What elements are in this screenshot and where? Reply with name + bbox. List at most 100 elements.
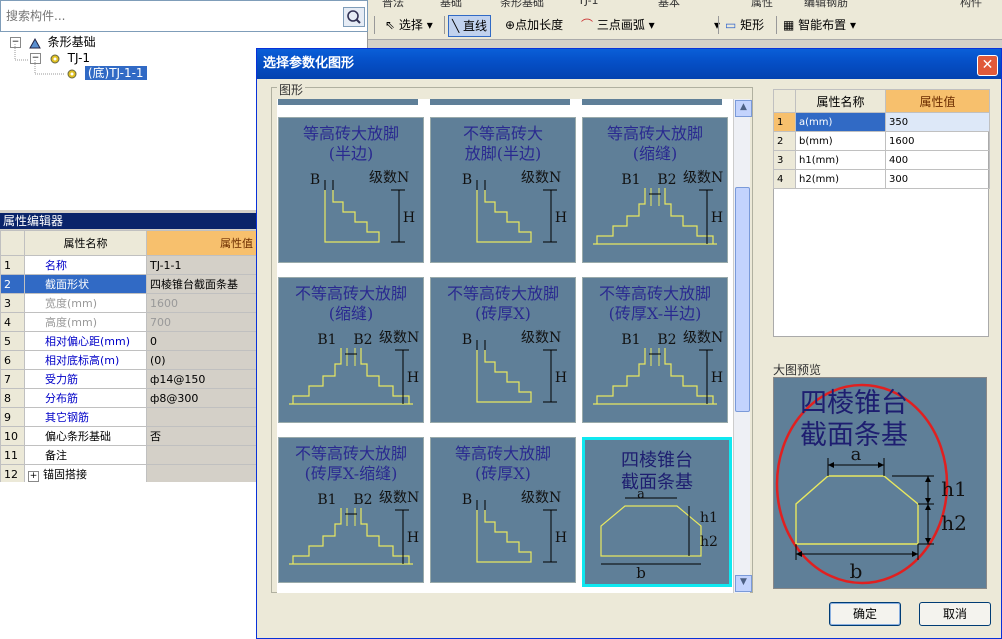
ok-button[interactable]: 确定: [829, 602, 901, 626]
attr-row[interactable]: 3 h1(mm) 400: [773, 150, 990, 170]
toolbar-top-item[interactable]: 基础: [440, 0, 480, 8]
shape-dropdown[interactable]: ▾: [664, 15, 722, 35]
property-row[interactable]: 10 偏心条形基础 否: [0, 426, 257, 446]
shape-tile[interactable]: 等高砖大放脚 (半边) B 级数N H: [278, 117, 424, 263]
shape-tile[interactable]: 不等高砖大放脚 (砖厚X-半边) B1 B2 级数N H: [582, 277, 728, 423]
select-tool[interactable]: ⇖ 选择 ▾: [382, 15, 436, 35]
shape-tile[interactable]: 四棱锥台 截面条基 a b h1 h2: [582, 437, 732, 587]
property-value[interactable]: 700: [146, 312, 257, 332]
property-value[interactable]: [146, 464, 257, 484]
search-icon: [347, 10, 361, 24]
toolbar-top-item[interactable]: 属性: [751, 0, 791, 8]
scroll-down-icon[interactable]: ▼: [735, 575, 752, 592]
property-value[interactable]: [146, 445, 257, 465]
shape-tile[interactable]: 等高砖大放脚 (砖厚X) B 级数N H: [430, 437, 576, 583]
attr-row-number: 1: [773, 112, 796, 132]
attr-value[interactable]: 1600: [885, 131, 990, 151]
tile-drawing: B1 B2 级数N H: [289, 330, 419, 405]
shape-tile[interactable]: 不等高砖大 放脚(半边) B 级数N H: [430, 117, 576, 263]
property-value[interactable]: TJ-1-1: [146, 255, 257, 275]
tile-drawing: B 级数N H: [462, 490, 567, 563]
shape-tile[interactable]: 等高砖大放脚 (缩缝) B1 B2 级数N H: [582, 117, 728, 263]
search-button[interactable]: [343, 7, 365, 27]
line-tool[interactable]: ╲ 直线: [448, 15, 492, 37]
attr-value[interactable]: 400: [885, 150, 990, 170]
property-name: 备注: [24, 445, 147, 465]
attr-row[interactable]: 1 a(mm) 350: [773, 112, 990, 132]
close-button[interactable]: ✕: [977, 55, 998, 76]
smart-layout-tool[interactable]: ▦ 智能布置 ▾: [780, 15, 859, 35]
property-row[interactable]: 7 受力筋 ф14@150: [0, 369, 257, 389]
point-length-tool[interactable]: ⊕点加长度: [502, 15, 566, 35]
row-number: 5: [0, 331, 25, 351]
arc-tool[interactable]: ⌒ 三点画弧 ▾: [578, 15, 658, 35]
rect-tool[interactable]: ▭ 矩形: [722, 15, 767, 35]
shape-tile[interactable]: 不等高砖大放脚 (砖厚X-缩缝) B1 B2 级数N H: [278, 437, 424, 583]
property-value[interactable]: [146, 407, 257, 427]
property-name-text: 锚固搭接: [43, 468, 87, 481]
property-value[interactable]: 1600: [146, 293, 257, 313]
tile-partial: [582, 99, 722, 105]
expand-icon[interactable]: +: [28, 471, 39, 482]
attr-row[interactable]: 4 h2(mm) 300: [773, 169, 990, 189]
svg-text:B: B: [462, 172, 472, 188]
property-row[interactable]: 5 相对偏心距(mm) 0: [0, 331, 257, 351]
attr-name: h2(mm): [795, 169, 886, 189]
shape-grid: 等高砖大放脚 (半边) B 级数N H 不等高砖大 放脚(半边) B 级数N H 等高砖大放脚 (缩缝…: [277, 99, 733, 593]
svg-text:b: b: [636, 564, 646, 582]
property-row[interactable]: 6 相对底标高(m) (0): [0, 350, 257, 370]
tile-drawing: B1 B2 级数N H: [289, 490, 419, 565]
tree-lines: [14, 44, 64, 75]
attr-value[interactable]: 300: [885, 169, 990, 189]
svg-text:B1: B1: [317, 332, 336, 348]
property-row[interactable]: 8 分布筋 ф8@300: [0, 388, 257, 408]
property-row[interactable]: 11 备注: [0, 445, 257, 465]
toolbar-top-item[interactable]: 编辑钢筋: [804, 0, 864, 8]
property-value[interactable]: (0): [146, 350, 257, 370]
attr-value[interactable]: 350: [885, 112, 990, 132]
attr-name: b(mm): [795, 131, 886, 151]
toolbar-top-item[interactable]: 条形基础: [500, 0, 560, 8]
property-row[interactable]: 12 + 锚固搭接: [0, 464, 257, 484]
cancel-button[interactable]: 取消: [919, 602, 991, 626]
property-row[interactable]: 1 名称 TJ-1-1: [0, 255, 257, 275]
property-row[interactable]: 3 宽度(mm) 1600: [0, 293, 257, 313]
property-row[interactable]: 4 高度(mm) 700: [0, 312, 257, 332]
svg-text:H: H: [711, 210, 723, 226]
toolbar-top-item[interactable]: 构件: [960, 0, 1000, 8]
svg-text:B: B: [310, 172, 320, 188]
dim-h2: h2: [941, 511, 967, 535]
search-bar: [0, 0, 368, 32]
svg-text:级数N: 级数N: [521, 490, 561, 506]
attr-row[interactable]: 2 b(mm) 1600: [773, 131, 990, 151]
scroll-up-icon[interactable]: ▲: [735, 100, 752, 117]
property-editor-title: 属性编辑器: [0, 213, 256, 229]
property-value[interactable]: ф14@150: [146, 369, 257, 389]
property-row[interactable]: 2 截面形状 四棱锥台截面条基: [0, 274, 257, 294]
vertical-scrollbar[interactable]: ▲ ▼: [733, 99, 752, 593]
property-value[interactable]: ф8@300: [146, 388, 257, 408]
row-number: 9: [0, 407, 25, 427]
row-number: 12: [0, 464, 25, 484]
rect-icon: ▭: [725, 18, 741, 32]
toolbar-top-item[interactable]: TJ-1: [578, 0, 618, 8]
property-name-text: 备注: [45, 449, 67, 462]
property-value[interactable]: 否: [146, 426, 257, 446]
toolbar-top-item[interactable]: 普法: [382, 0, 422, 8]
search-input[interactable]: [4, 6, 339, 26]
dim-a: a: [851, 444, 862, 465]
shape-tile[interactable]: 不等高砖大放脚 (缩缝) B1 B2 级数N H: [278, 277, 424, 423]
cursor-icon: ⇖: [385, 18, 399, 32]
attr-row-number: 2: [773, 131, 796, 151]
property-value[interactable]: 四棱锥台截面条基: [146, 274, 257, 294]
scroll-thumb[interactable]: [735, 187, 750, 412]
property-row[interactable]: 9 其它钢筋: [0, 407, 257, 427]
tree-node-leaf[interactable]: (底)TJ-1-1: [66, 65, 147, 81]
shape-tile[interactable]: 不等高砖大放脚 (砖厚X) B 级数N H: [430, 277, 576, 423]
toolbar: 普法 基础 条形基础 TJ-1 基本 属性 编辑钢筋 构件 ⇖ 选择 ▾ ╲ 直…: [368, 0, 1002, 40]
toolbar-top-item[interactable]: 基本: [658, 0, 698, 8]
tile-drawing: B1 B2 级数N H: [593, 170, 723, 245]
preview-drawing: 四棱锥台 截面条基 a b h1 h2: [775, 383, 967, 585]
separator: [374, 16, 375, 34]
property-value[interactable]: 0: [146, 331, 257, 351]
